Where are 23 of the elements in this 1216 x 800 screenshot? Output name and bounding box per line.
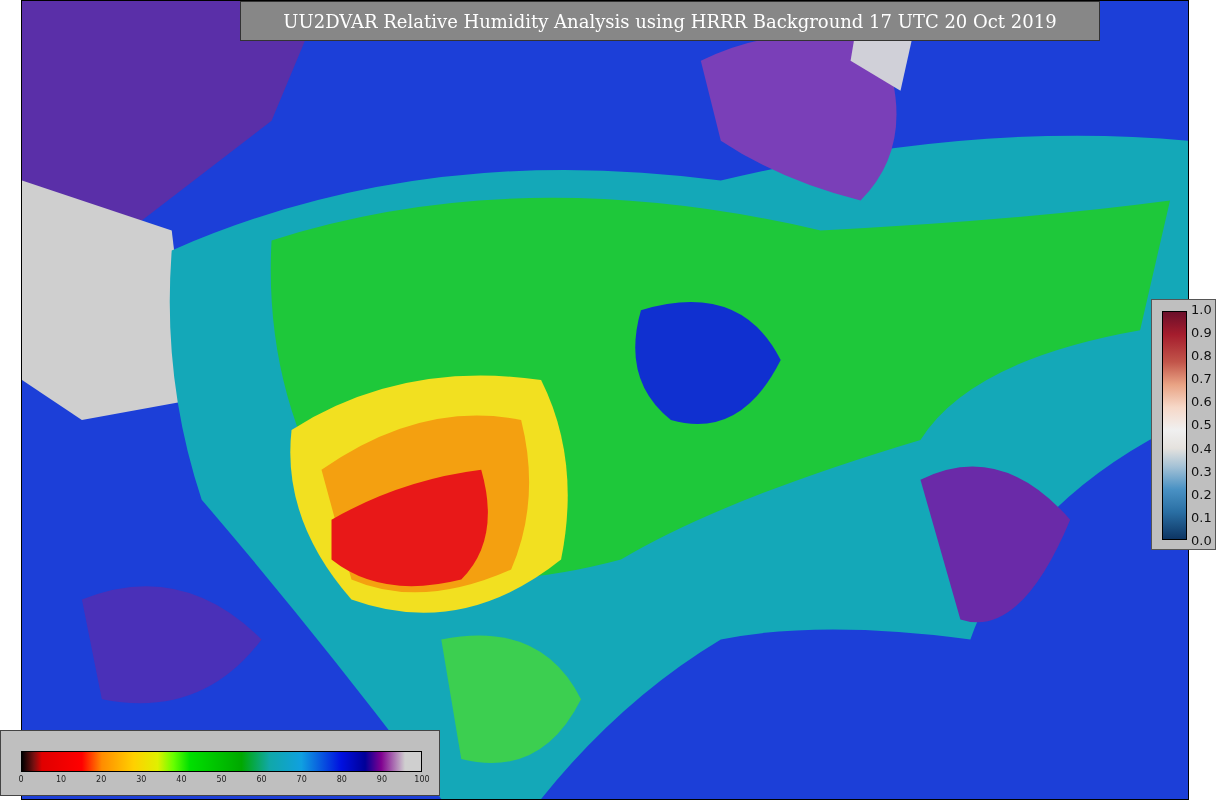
colorbar-tick-label: 0.5 bbox=[1191, 417, 1212, 433]
colorbar-tick-label: 40 bbox=[176, 775, 187, 784]
colorbar-tick-label: 90 bbox=[376, 775, 387, 784]
colorbar-tick-label: 60 bbox=[256, 775, 267, 784]
colorbar-tick-label: 1.0 bbox=[1191, 302, 1212, 317]
colorbar-tick-label: 30 bbox=[136, 775, 147, 784]
colorbar-tick-label: 70 bbox=[296, 775, 307, 784]
colorbar-tick-label: 0 bbox=[18, 775, 24, 784]
colorbar-tick-label: 0.2 bbox=[1191, 486, 1212, 502]
colorbar-tick-label: 0.0 bbox=[1191, 532, 1212, 548]
colorbar-tick-label: 50 bbox=[216, 775, 227, 784]
colorbar-tick-label: 0.8 bbox=[1191, 348, 1212, 364]
colorbar-tick-label: 100 bbox=[414, 775, 430, 784]
colorbar-tick-label: 0.4 bbox=[1191, 440, 1212, 456]
colorbar-tick-label: 0.9 bbox=[1191, 325, 1212, 341]
map-title: UU2DVAR Relative Humidity Analysis using HRRR Background 17 UTC 20 Oct 2019 bbox=[240, 1, 1100, 41]
colorbar-tick-label: 10 bbox=[56, 775, 67, 784]
colorbar-tick-label: 0.6 bbox=[1191, 394, 1212, 410]
colorbar-tick-label: 80 bbox=[336, 775, 347, 784]
colorbar-tick-label: 0.1 bbox=[1191, 509, 1212, 525]
colorbar-tick-label: 0.7 bbox=[1191, 371, 1212, 387]
colorbar-tick-label: 0.3 bbox=[1191, 463, 1212, 479]
colorbar-tick-label: 20 bbox=[96, 775, 107, 784]
